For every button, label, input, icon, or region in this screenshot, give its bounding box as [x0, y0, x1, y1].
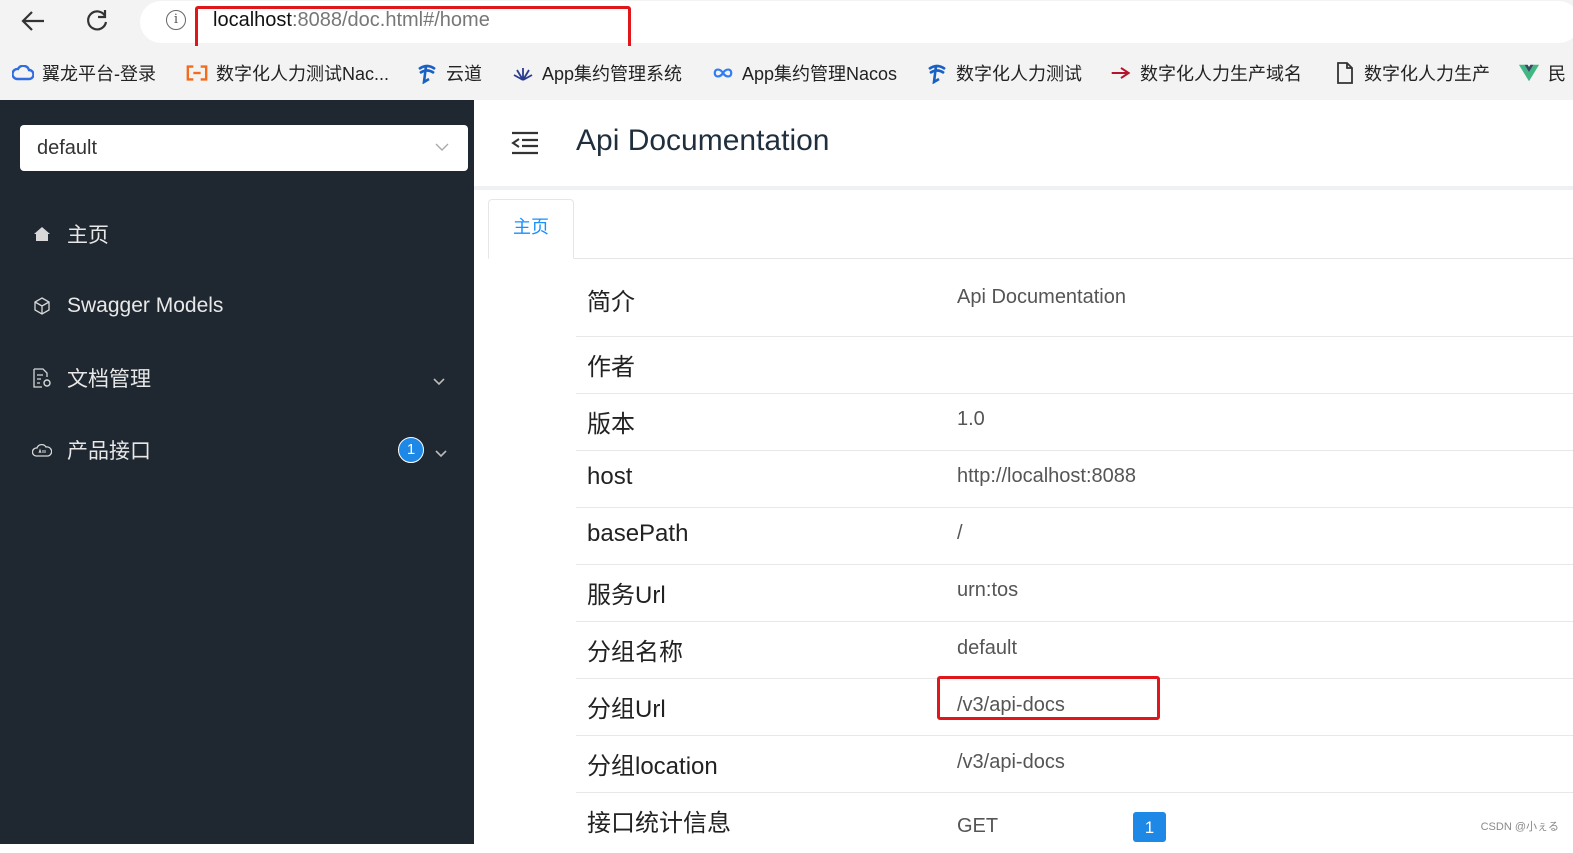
- back-arrow-icon[interactable]: [16, 4, 50, 38]
- bookmark-label: 数字化人力生产: [1364, 64, 1490, 84]
- info-value: /: [957, 522, 963, 544]
- bookmark-label: 民: [1548, 64, 1566, 84]
- get-count-badge: 1: [1133, 812, 1166, 842]
- count-badge: 1: [398, 437, 424, 463]
- sidebar-item-product-api[interactable]: 产品接口 1: [0, 425, 474, 475]
- info-key: 分组location: [587, 753, 718, 780]
- bookmark-label: App集约管理系统: [542, 64, 683, 84]
- bookmarks-bar: 翼龙平台-登录 数字化人力测试Nac... 云道 App集约管理系统 App集约…: [0, 46, 1573, 100]
- site-info-icon[interactable]: i: [166, 10, 186, 30]
- group-select-value: default: [37, 137, 98, 159]
- bookmark-label: 数字化人力测试Nac...: [216, 64, 390, 84]
- sidebar-item-label: Swagger Models: [67, 294, 224, 317]
- collapse-menu-icon[interactable]: [510, 130, 540, 161]
- bookmark-label: 数字化人力生产域名: [1140, 64, 1302, 84]
- info-key: 分组Url: [587, 696, 666, 723]
- info-row: 分组location /v3/api-docs: [576, 736, 1573, 793]
- home-icon: [32, 224, 52, 244]
- bracket-logo-icon: [186, 62, 208, 84]
- sidebar-item-doc-management[interactable]: 文档管理: [0, 353, 474, 403]
- bookmark-item[interactable]: 数字化人力测试: [926, 62, 1082, 84]
- tab-home[interactable]: 主页: [488, 199, 574, 259]
- group-url-highlight-box: [937, 676, 1160, 720]
- bookmark-item[interactable]: App集约管理系统: [512, 62, 682, 84]
- sidebar-item-swagger-models[interactable]: Swagger Models: [0, 281, 474, 331]
- bookmark-label: 翼龙平台-登录: [42, 64, 156, 84]
- arrow-logo-icon: [1110, 62, 1132, 84]
- reload-icon[interactable]: [80, 4, 114, 38]
- browser-toolbar: i localhost:8088/doc.html#/home: [0, 0, 1573, 56]
- info-key: 简介: [587, 289, 635, 316]
- infinity-icon: [712, 62, 734, 84]
- info-value: urn:tos: [957, 579, 1019, 601]
- info-key: host: [587, 463, 633, 490]
- bookmark-item[interactable]: 云道: [416, 62, 482, 84]
- info-value: default: [957, 637, 1018, 659]
- info-value: 1.0: [957, 408, 985, 430]
- info-value: Api Documentation: [957, 286, 1126, 308]
- bookmark-item[interactable]: 数字化人力测试Nac...: [186, 62, 389, 84]
- sidebar-item-label: 文档管理: [67, 368, 151, 391]
- chevron-down-icon: [432, 371, 446, 395]
- sidebar-item-label: 产品接口: [67, 440, 151, 463]
- info-row: 简介 Api Documentation: [576, 258, 1573, 337]
- info-value: http://localhost:8088: [957, 465, 1137, 487]
- bookmark-item[interactable]: 翼龙平台-登录: [12, 62, 156, 84]
- watermark: CSDN @小ぇる: [1480, 821, 1559, 833]
- bookmark-item[interactable]: 数字化人力生产: [1334, 62, 1490, 84]
- telecom-logo-icon: [926, 62, 948, 84]
- bookmark-item[interactable]: App集约管理Nacos: [712, 62, 897, 84]
- chevron-down-icon: [434, 139, 450, 160]
- info-key: 接口统计信息: [587, 810, 731, 837]
- lotus-icon: [512, 62, 534, 84]
- sidebar-item-home[interactable]: 主页: [0, 209, 474, 259]
- info-value: GET: [957, 815, 999, 837]
- cloud-api-icon: [32, 440, 52, 460]
- telecom-logo-icon: [416, 62, 438, 84]
- main-header: Api Documentation: [474, 100, 1573, 190]
- sidebar: default 主页 Swagger Models 文档管理 产品接口 1: [0, 100, 474, 844]
- info-key: 版本: [587, 411, 635, 438]
- cloud-icon: [12, 62, 34, 84]
- document-icon: [1334, 62, 1356, 84]
- info-row: 作者: [576, 337, 1573, 394]
- info-row: 分组名称 default: [576, 622, 1573, 679]
- info-row: 服务Url urn:tos: [576, 565, 1573, 622]
- info-value: /v3/api-docs: [957, 751, 1065, 773]
- tab-bar: 主页: [488, 198, 1573, 259]
- cube-icon: [32, 296, 52, 316]
- info-row: host http://localhost:8088: [576, 451, 1573, 508]
- group-select[interactable]: default: [20, 125, 468, 171]
- info-key: 作者: [587, 354, 635, 381]
- info-key: 服务Url: [587, 582, 666, 609]
- bookmark-item[interactable]: 数字化人力生产域名: [1110, 62, 1302, 84]
- info-row: 接口统计信息 GET: [576, 793, 1573, 853]
- info-key: 分组名称: [587, 639, 683, 666]
- page-title: Api Documentation: [576, 124, 830, 157]
- chevron-down-icon: [434, 443, 448, 467]
- info-key: basePath: [587, 520, 689, 547]
- vue-logo-icon: [1518, 62, 1540, 84]
- info-row: 版本 1.0: [576, 394, 1573, 451]
- bookmark-item[interactable]: 民: [1518, 62, 1566, 84]
- doc-settings-icon: [32, 368, 52, 388]
- bookmark-label: 数字化人力测试: [956, 64, 1082, 84]
- bookmark-label: App集约管理Nacos: [742, 64, 898, 84]
- sidebar-item-label: 主页: [67, 224, 109, 247]
- bookmark-label: 云道: [446, 64, 482, 84]
- info-row: basePath /: [576, 508, 1573, 565]
